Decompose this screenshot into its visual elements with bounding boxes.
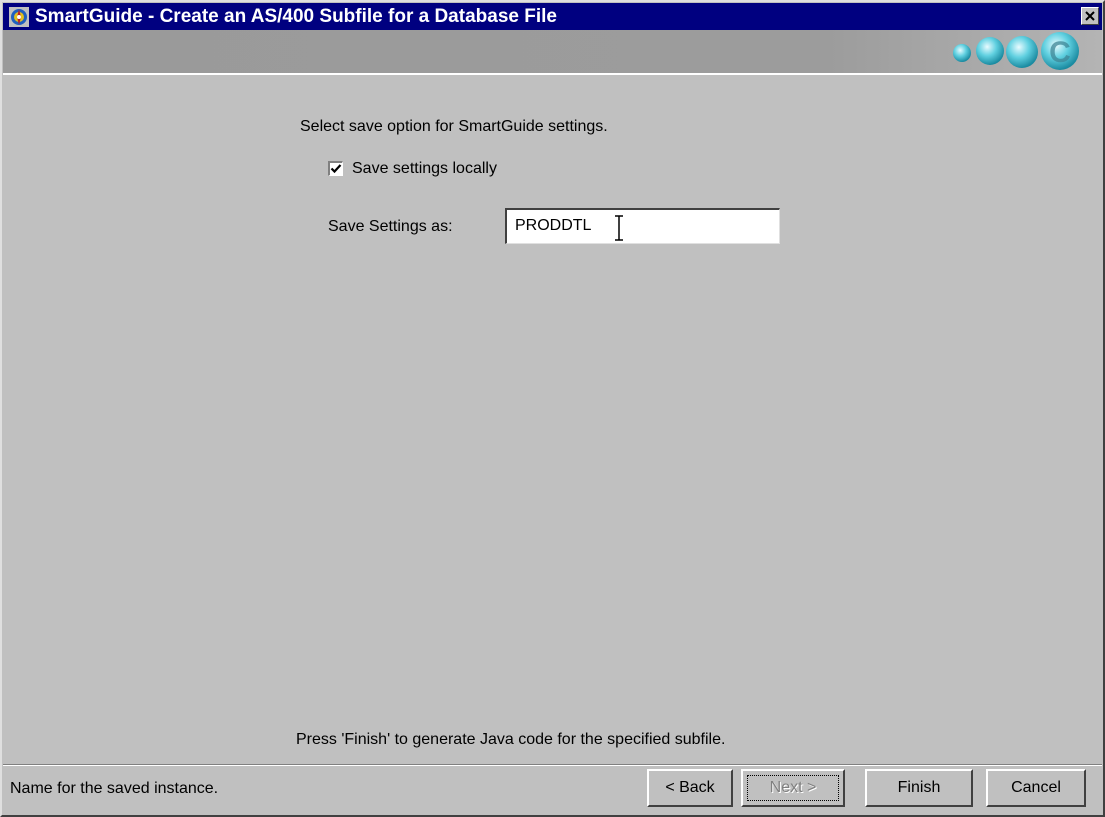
footer-separator-highlight bbox=[3, 765, 1102, 766]
header-banner: C bbox=[3, 30, 1102, 73]
finish-instruction: Press 'Finish' to generate Java code for… bbox=[296, 731, 726, 748]
checkmark-icon bbox=[330, 164, 342, 174]
save-locally-checkbox[interactable] bbox=[328, 161, 343, 176]
save-option-prompt: Select save option for SmartGuide settin… bbox=[300, 118, 608, 135]
save-locally-label[interactable]: Save settings locally bbox=[352, 160, 497, 178]
save-settings-as-label: Save Settings as: bbox=[328, 218, 453, 235]
cancel-button[interactable]: Cancel bbox=[986, 769, 1086, 807]
smartguide-dialog: SmartGuide - Create an AS/400 Subfile fo… bbox=[0, 0, 1105, 817]
save-settings-as-input[interactable]: PRODDTL bbox=[505, 208, 780, 244]
window-title: SmartGuide - Create an AS/400 Subfile fo… bbox=[35, 6, 557, 27]
focus-ring bbox=[747, 775, 839, 801]
finish-button-label: Finish bbox=[897, 779, 941, 796]
finish-button[interactable]: Finish bbox=[865, 769, 973, 807]
status-message: Name for the saved instance. bbox=[10, 780, 219, 797]
decorative-circles-logo: C bbox=[953, 32, 1079, 70]
ibeam-cursor-icon bbox=[615, 215, 623, 241]
save-settings-as-value: PRODDTL bbox=[515, 217, 592, 234]
svg-text:C: C bbox=[1049, 36, 1071, 69]
close-icon bbox=[1085, 11, 1095, 21]
close-button[interactable] bbox=[1081, 7, 1099, 25]
back-button-label: < Back bbox=[665, 779, 715, 796]
back-button[interactable]: < Back bbox=[647, 769, 733, 807]
smartguide-app-icon bbox=[9, 7, 29, 27]
title-bar[interactable]: SmartGuide - Create an AS/400 Subfile fo… bbox=[3, 3, 1102, 30]
next-button[interactable]: Next > bbox=[741, 769, 845, 807]
cancel-button-label: Cancel bbox=[1011, 779, 1061, 796]
banner-divider bbox=[3, 73, 1102, 75]
